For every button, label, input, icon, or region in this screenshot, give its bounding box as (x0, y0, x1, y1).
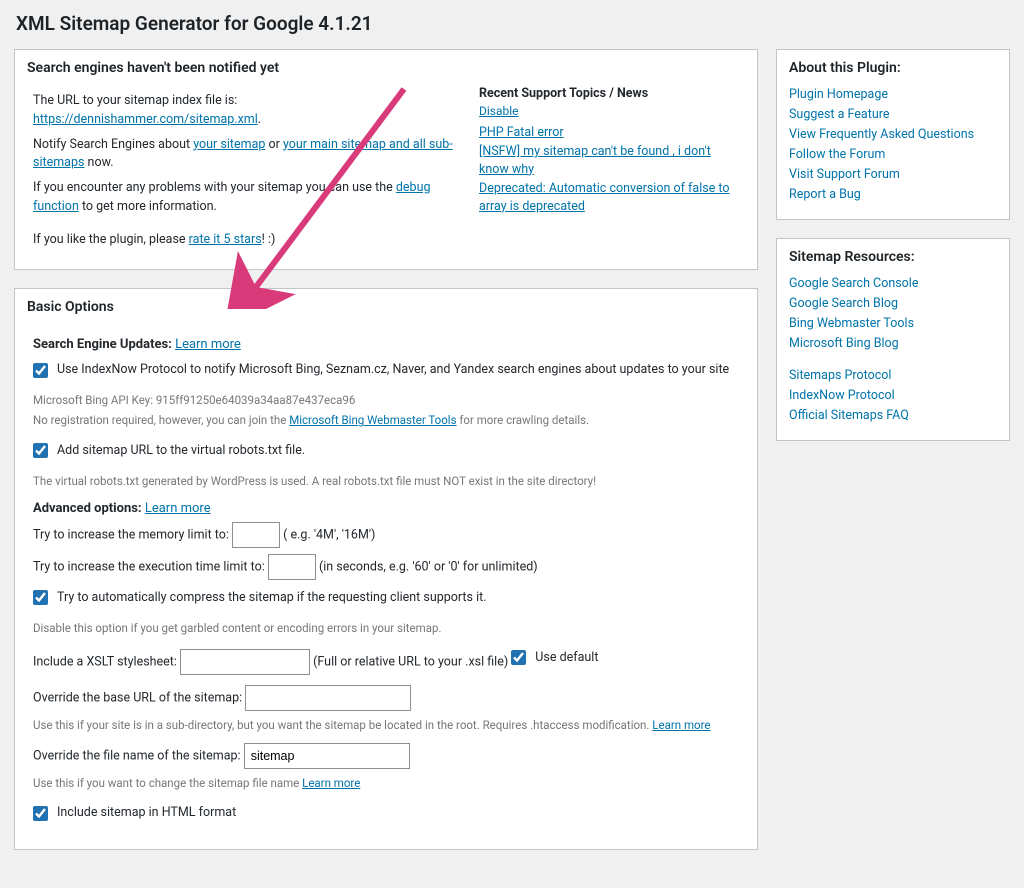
about-link[interactable]: Plugin Homepage (789, 87, 888, 102)
notify-right: Recent Support Topics / News Disable PHP… (479, 86, 739, 255)
adv-learn-more-link[interactable]: Learn more (145, 501, 211, 516)
compress-checkbox[interactable] (33, 590, 48, 605)
about-link[interactable]: Follow the Forum (789, 147, 885, 162)
xslt-default-label: Use default (535, 646, 598, 670)
resource-link[interactable]: Google Search Blog (789, 296, 898, 311)
filename-hint: Use this if you want to change the sitem… (33, 776, 302, 790)
notify-title: Search engines haven't been notified yet (15, 50, 757, 86)
base-url-hint: Use this if your site is in a sub-direct… (33, 718, 652, 732)
news-item[interactable]: PHP Fatal error (479, 124, 739, 142)
about-link[interactable]: Suggest a Feature (789, 107, 889, 122)
resource-link[interactable]: Microsoft Bing Blog (789, 336, 899, 351)
basic-options-title: Basic Options (15, 289, 757, 325)
resource-link[interactable]: Official Sitemaps FAQ (789, 408, 909, 423)
notify-left: The URL to your sitemap index file is: h… (33, 86, 455, 255)
about-plugin-box: About this Plugin: Plugin Homepage Sugge… (776, 49, 1010, 220)
search-engine-updates-label: Search Engine Updates: (33, 337, 175, 352)
indexnow-checkbox[interactable] (33, 363, 48, 378)
main-column: Search engines haven't been notified yet… (14, 49, 758, 868)
html-format-checkbox[interactable] (33, 806, 48, 821)
page-title: XML Sitemap Generator for Google 4.1.21 (16, 12, 1010, 35)
filename-learn-more-link[interactable]: Learn more (302, 776, 360, 790)
rate-plugin-link[interactable]: rate it 5 stars (189, 232, 262, 247)
compress-label: Try to automatically compress the sitema… (57, 586, 487, 610)
robots-checkbox[interactable] (33, 443, 48, 458)
resources-title: Sitemap Resources: (777, 239, 1009, 265)
layout: Search engines haven't been notified yet… (14, 49, 1010, 868)
bing-webmaster-tools-link[interactable]: Microsoft Bing Webmaster Tools (289, 413, 456, 427)
resource-link[interactable]: IndexNow Protocol (789, 388, 895, 403)
about-title: About this Plugin: (777, 50, 1009, 76)
about-link[interactable]: Report a Bug (789, 187, 861, 202)
exec-label: Try to increase the execution time limit… (33, 559, 268, 574)
about-link[interactable]: Visit Support Forum (789, 167, 900, 182)
compress-hint: Disable this option if you get garbled c… (33, 620, 739, 636)
xslt-default-checkbox[interactable] (511, 650, 526, 665)
xslt-input[interactable] (180, 649, 310, 675)
sidebar: About this Plugin: Plugin Homepage Sugge… (776, 49, 1010, 868)
resource-link[interactable]: Sitemaps Protocol (789, 368, 891, 383)
notify-box: Search engines haven't been notified yet… (14, 49, 758, 270)
filename-label: Override the file name of the sitemap: (33, 748, 244, 763)
memory-limit-input[interactable] (232, 522, 280, 548)
indexnow-label: Use IndexNow Protocol to notify Microsof… (57, 358, 729, 382)
base-url-learn-more-link[interactable]: Learn more (652, 718, 710, 732)
execution-time-input[interactable] (268, 554, 316, 580)
sitemap-url-link[interactable]: https://dennishammer.com/sitemap.xml (33, 112, 258, 127)
news-disable-link[interactable]: Disable (479, 103, 739, 120)
base-url-input[interactable] (245, 685, 411, 711)
robots-hint: The virtual robots.txt generated by Word… (33, 473, 739, 489)
basic-options-box: Basic Options Search Engine Updates: Lea… (14, 288, 758, 850)
news-item[interactable]: Deprecated: Automatic conversion of fals… (479, 180, 739, 215)
news-item[interactable]: [NSFW] my sitemap can't be found , i don… (479, 143, 739, 178)
resource-link[interactable]: Bing Webmaster Tools (789, 316, 914, 331)
xslt-label: Include a XSLT stylesheet: (33, 654, 180, 669)
sitemap-url-prefix: The URL to your sitemap index file is: (33, 93, 237, 108)
filename-input[interactable] (244, 743, 410, 769)
news-title: Recent Support Topics / News (479, 86, 648, 101)
memory-label: Try to increase the memory limit to: (33, 527, 232, 542)
sitemap-resources-box: Sitemap Resources: Google Search Console… (776, 238, 1010, 441)
html-format-label: Include sitemap in HTML format (57, 801, 236, 825)
notify-your-sitemap-link[interactable]: your sitemap (193, 137, 265, 152)
seu-learn-more-link[interactable]: Learn more (175, 337, 241, 352)
resource-link[interactable]: Google Search Console (789, 276, 918, 291)
about-link[interactable]: View Frequently Asked Questions (789, 127, 974, 142)
bing-api-key: Microsoft Bing API Key: 915ff91250e64039… (33, 392, 739, 408)
advanced-options-label: Advanced options: (33, 501, 145, 516)
robots-label: Add sitemap URL to the virtual robots.tx… (57, 439, 305, 463)
base-url-label: Override the base URL of the sitemap: (33, 690, 245, 705)
